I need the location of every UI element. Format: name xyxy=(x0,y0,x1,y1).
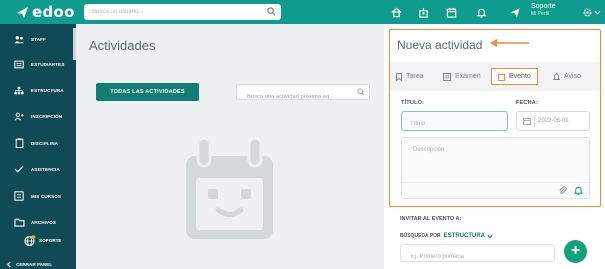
date-separator xyxy=(534,115,535,128)
tab-examen[interactable]: Examen xyxy=(443,68,481,85)
empty-calendar-illustration xyxy=(186,136,273,239)
sidebar-item-estudiantes[interactable]: ESTUDIANTES xyxy=(0,55,76,73)
discipline-icon xyxy=(13,137,25,149)
title-field[interactable] xyxy=(401,111,508,133)
description-box[interactable] xyxy=(401,137,590,199)
all-activities-button[interactable]: TODAS LAS ACTIVIDADES xyxy=(96,83,199,101)
date-label: FECHA: xyxy=(516,100,538,106)
sidebar-item-label: ASISTENCIA xyxy=(31,166,60,172)
chevron-down-icon[interactable] xyxy=(590,5,604,19)
chevron-left-icon xyxy=(6,261,11,268)
sidebar-item-inscripcion[interactable]: INSCRIPCIÓN xyxy=(0,107,76,125)
search-icon[interactable] xyxy=(267,7,276,16)
date-value: 2022-06-01 xyxy=(538,118,569,124)
user-search-box[interactable] xyxy=(84,4,281,20)
sidebar-item-staff[interactable]: STAFF xyxy=(0,30,76,48)
reminder-bell-icon[interactable] xyxy=(574,186,583,195)
exam-icon xyxy=(443,72,451,81)
title-input[interactable] xyxy=(402,115,507,133)
main-content: Actividades TODAS LAS ACTIVIDADES xyxy=(76,24,384,269)
sidebar-item-label: ESTUDIANTES xyxy=(31,61,65,67)
page-title: Actividades xyxy=(89,38,156,53)
enroll-icon xyxy=(13,110,25,122)
user-profile-link[interactable]: Mi Perfil xyxy=(531,11,556,17)
user-search-input[interactable] xyxy=(84,4,264,20)
sidebar-item-label: STAFF xyxy=(31,36,46,42)
user-profile[interactable]: Soporte Mi Perfil xyxy=(531,3,556,17)
tab-aviso[interactable]: Aviso xyxy=(553,68,581,85)
sidebar-item-archivos[interactable]: ARCHIVOS xyxy=(0,213,76,231)
tab-label: Examen xyxy=(455,73,481,80)
add-button[interactable]: + xyxy=(564,240,587,263)
panel-title: Nueva actividad xyxy=(397,38,483,52)
school-icon[interactable] xyxy=(416,5,430,19)
group-search-field[interactable] xyxy=(400,244,555,265)
chevron-down-icon[interactable] xyxy=(487,234,493,239)
send-icon[interactable] xyxy=(508,5,522,19)
edoo-logo-icon xyxy=(17,6,28,18)
structure-icon xyxy=(13,84,25,96)
check-icon xyxy=(13,163,25,175)
date-field[interactable]: 2022-06-01 xyxy=(516,111,590,131)
title-label: TÍTULO: xyxy=(401,100,425,106)
sidebar-item-label: ESTRUCTURA xyxy=(31,87,64,93)
sidebar-item-label: INSCRIPCIÓN xyxy=(31,113,63,119)
group-search-input[interactable] xyxy=(401,249,554,265)
tab-tarea[interactable]: Tarea xyxy=(396,68,424,85)
calendar-icon[interactable] xyxy=(444,5,458,19)
search-icon[interactable] xyxy=(357,88,365,96)
search-by-label: BÚSQUEDA POR xyxy=(400,233,441,239)
sidebar-item-estructura[interactable]: ESTRUCTURA xyxy=(0,81,76,99)
bell-icon xyxy=(553,73,560,81)
courses-icon xyxy=(13,190,25,202)
description-input[interactable] xyxy=(402,138,589,182)
folder-icon xyxy=(13,216,25,228)
tab-label: Aviso xyxy=(564,73,581,80)
bookmark-icon xyxy=(396,72,402,81)
sidebar-item-label: DISCIPLINA xyxy=(31,140,59,146)
user-name[interactable]: Soporte xyxy=(531,3,556,11)
sidebar-item-asistencia[interactable]: ASISTENCIA xyxy=(0,160,76,178)
tab-evento[interactable]: Evento xyxy=(491,68,538,85)
paperclip-icon[interactable] xyxy=(558,186,567,195)
sidebar-item-label: ARCHIVOS xyxy=(31,219,57,225)
collapse-label: CERRAR PANEL xyxy=(16,262,53,267)
soporte-label: SOPORTE xyxy=(39,237,62,243)
activity-search-input[interactable] xyxy=(237,90,362,104)
home-icon[interactable] xyxy=(389,5,403,19)
sidebar-item-label: MIS CURSOS xyxy=(31,193,62,199)
description-divider xyxy=(402,182,589,183)
calendar-icon[interactable] xyxy=(523,117,531,125)
students-icon xyxy=(13,58,25,70)
tab-label: Tarea xyxy=(406,73,424,80)
activity-search-box[interactable] xyxy=(236,84,370,104)
sidebar-item-disciplina[interactable]: DISCIPLINA xyxy=(0,134,76,152)
event-icon xyxy=(498,73,505,81)
collapse-panel-button[interactable]: CERRAR PANEL xyxy=(6,260,52,269)
search-by-row: BÚSQUEDA POR ESTRUCTURA xyxy=(400,233,493,239)
support-globe-icon xyxy=(24,234,36,246)
sidebar-item-mis-cursos[interactable]: MIS CURSOS xyxy=(0,187,76,205)
edoo-logo[interactable]: edoo xyxy=(16,3,75,21)
brand-name: edoo xyxy=(32,3,75,21)
arrow-left-annotation xyxy=(490,39,529,47)
bell-icon[interactable] xyxy=(474,5,488,19)
invite-label: INVITAR AL EVENTO A: xyxy=(400,216,462,222)
tab-label: Evento xyxy=(509,73,531,80)
sidebar-soporte[interactable]: SOPORTE xyxy=(24,234,61,246)
staff-icon xyxy=(13,33,25,45)
search-by-select[interactable]: ESTRUCTURA xyxy=(444,233,485,239)
